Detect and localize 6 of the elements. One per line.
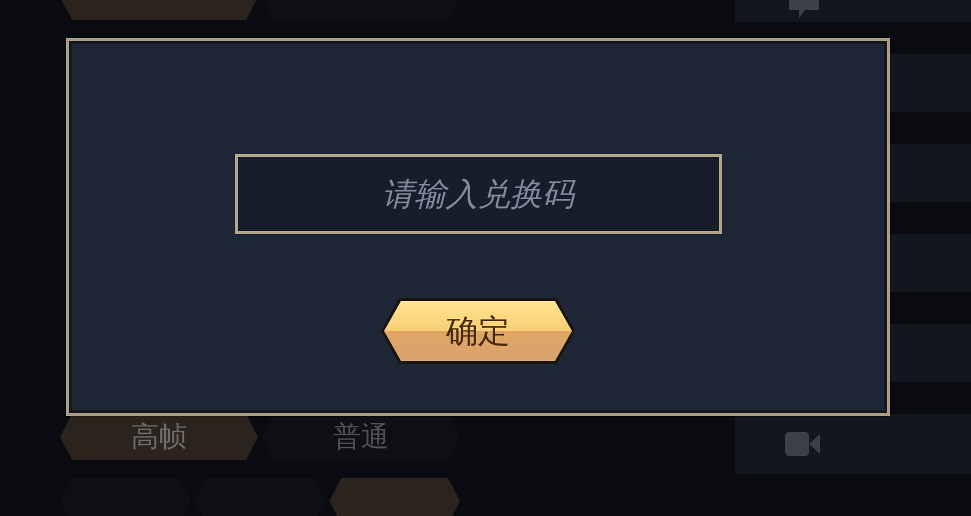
option-tab[interactable]: 高帧 [60, 414, 258, 460]
video-camera-icon [785, 431, 821, 457]
chat-bubble-icon [787, 0, 821, 18]
confirm-button[interactable]: 确定 [384, 301, 572, 361]
option-tab[interactable]: 普通 [262, 414, 460, 460]
code-input-field[interactable]: 请输入兑换码 [234, 154, 722, 234]
